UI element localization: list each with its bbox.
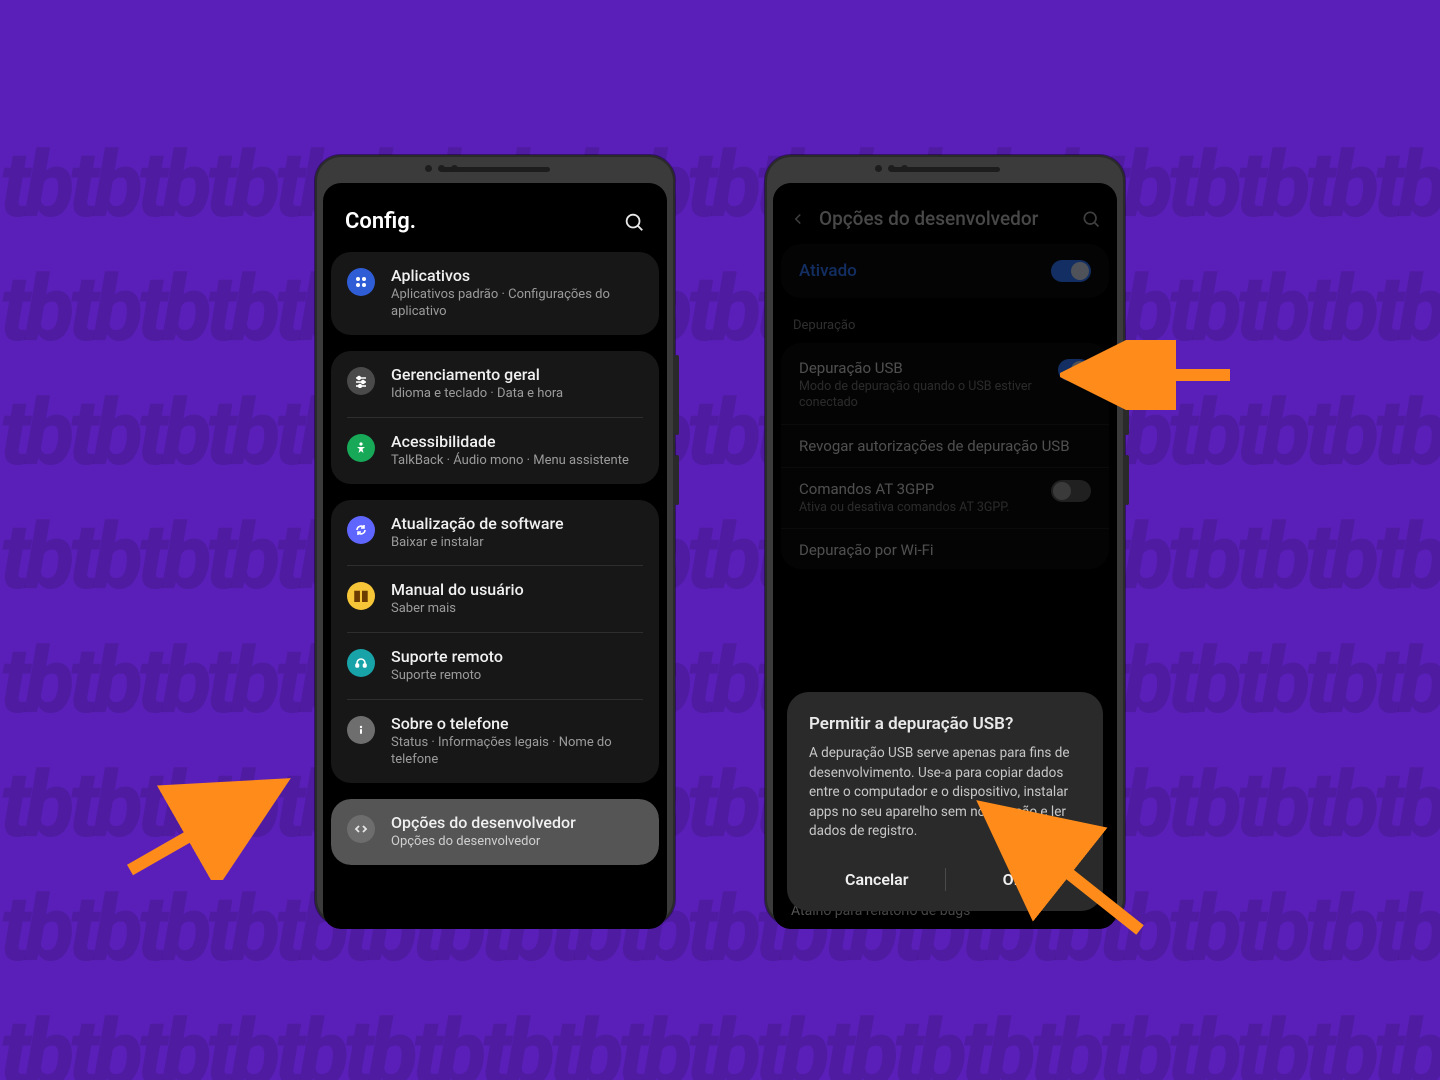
phone-right: Opções do desenvolvedor Ativado Depuraçã… xyxy=(765,155,1125,925)
headset-icon xyxy=(347,649,375,677)
dialog-body: A depuração USB serve apenas para fins d… xyxy=(809,744,1081,842)
settings-row-acessibilidade[interactable]: Acessibilidade TalkBack · Áudio mono · M… xyxy=(331,418,659,484)
row-subtitle: Baixar e instalar xyxy=(391,535,564,552)
dialog-ok-button[interactable]: OK xyxy=(946,856,1082,903)
usb-debug-dialog: Permitir a depuração USB? A depuração US… xyxy=(787,692,1103,911)
apps-icon xyxy=(347,268,375,296)
settings-row-gerenciamento-geral[interactable]: Gerenciamento geral Idioma e teclado · D… xyxy=(331,351,659,417)
settings-group-about: Atualização de software Baixar e instala… xyxy=(331,500,659,783)
settings-sliders-icon xyxy=(347,367,375,395)
row-subtitle: Opções do desenvolvedor xyxy=(391,834,576,851)
dialog-title: Permitir a depuração USB? xyxy=(809,714,1081,734)
accessibility-icon xyxy=(347,434,375,462)
row-subtitle: Suporte remoto xyxy=(391,668,503,685)
row-subtitle: Saber mais xyxy=(391,601,524,618)
row-subtitle: Idioma e teclado · Data e hora xyxy=(391,386,563,403)
row-subtitle: TalkBack · Áudio mono · Menu assistente xyxy=(391,453,629,470)
phone-left: Config. Aplicativos Aplicativos padrão ·… xyxy=(315,155,675,925)
settings-row-opcoes-desenvolvedor[interactable]: Opções do desenvolvedor Opções do desenv… xyxy=(331,799,659,865)
page-title: Config. xyxy=(345,209,416,234)
search-icon[interactable] xyxy=(623,211,645,233)
settings-row-aplicativos[interactable]: Aplicativos Aplicativos padrão · Configu… xyxy=(331,252,659,335)
row-subtitle: Status · Informações legais · Nome do te… xyxy=(391,735,643,769)
row-title: Sobre o telefone xyxy=(391,714,643,733)
row-title: Manual do usuário xyxy=(391,580,524,599)
settings-row-suporte-remoto[interactable]: Suporte remoto Suporte remoto xyxy=(331,633,659,699)
update-icon xyxy=(347,516,375,544)
dialog-cancel-button[interactable]: Cancelar xyxy=(809,856,945,903)
row-title: Atualização de software xyxy=(391,514,564,533)
row-title: Acessibilidade xyxy=(391,432,629,451)
settings-group-apps: Aplicativos Aplicativos padrão · Configu… xyxy=(331,252,659,335)
book-icon: ▮▮ xyxy=(347,582,375,610)
settings-group-general: Gerenciamento geral Idioma e teclado · D… xyxy=(331,351,659,484)
row-title: Aplicativos xyxy=(391,266,643,285)
settings-row-sobre-telefone[interactable]: Sobre o telefone Status · Informações le… xyxy=(331,700,659,783)
row-subtitle: Aplicativos padrão · Configurações do ap… xyxy=(391,287,643,321)
row-title: Opções do desenvolvedor xyxy=(391,813,576,832)
row-title: Suporte remoto xyxy=(391,647,503,666)
settings-row-atualizacao-software[interactable]: Atualização de software Baixar e instala… xyxy=(331,500,659,566)
row-title: Gerenciamento geral xyxy=(391,365,563,384)
settings-group-dev: Opções do desenvolvedor Opções do desenv… xyxy=(331,799,659,865)
settings-row-manual-usuario[interactable]: ▮▮ Manual do usuário Saber mais xyxy=(331,566,659,632)
info-icon xyxy=(347,716,375,744)
developer-icon xyxy=(347,815,375,843)
